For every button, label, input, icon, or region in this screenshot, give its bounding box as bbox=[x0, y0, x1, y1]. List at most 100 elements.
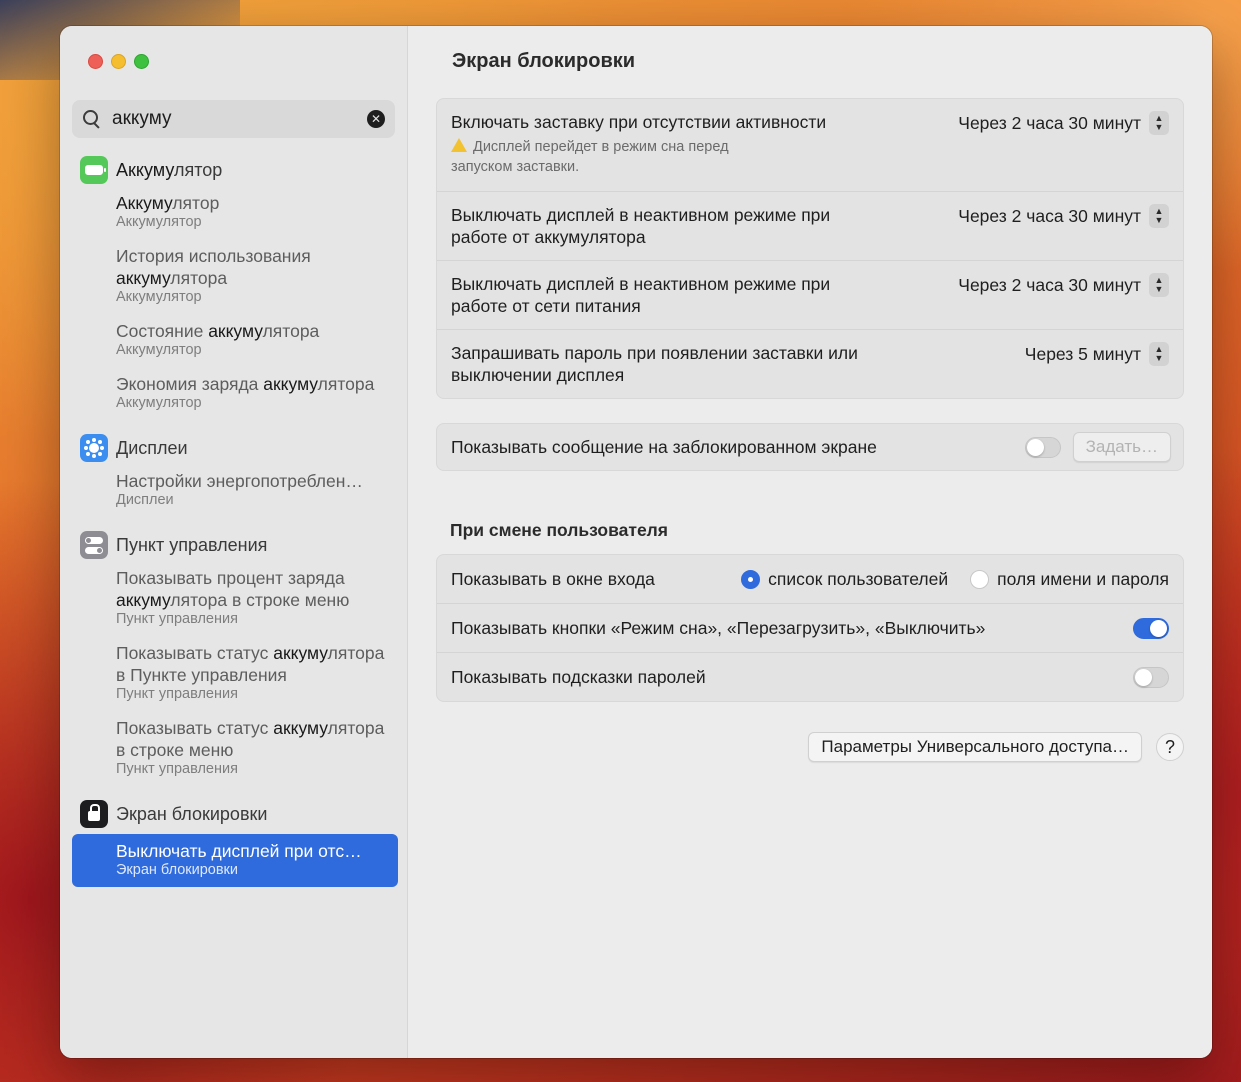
search-result-title: Показывать процент заряда аккумулятора в… bbox=[116, 568, 350, 610]
login-window-label: Показывать в окне входа bbox=[451, 569, 655, 589]
search-field[interactable]: ✕ bbox=[72, 100, 395, 138]
search-result-title: Выключать дисплей при отс… bbox=[116, 841, 362, 861]
battery-display-off-popup[interactable]: Через 2 часа 30 минут ▲ ▼ bbox=[958, 204, 1169, 228]
search-result-item[interactable]: История использования аккумулятора Аккуму… bbox=[72, 243, 398, 312]
power-buttons-toggle[interactable] bbox=[1133, 617, 1169, 639]
help-button[interactable]: ? bbox=[1156, 733, 1184, 761]
password-hints-row: Показывать подсказки паролей bbox=[437, 653, 1183, 701]
chevron-updown-icon: ▲ ▼ bbox=[1149, 111, 1169, 135]
screensaver-label: Включать заставку при отсутствии активно… bbox=[451, 112, 827, 132]
search-result-category: Аккумулятор bbox=[116, 395, 202, 411]
search-result-title: Показывать статус аккумулятора в Пункте … bbox=[116, 643, 385, 685]
radio-users-list[interactable]: список пользователей bbox=[741, 569, 948, 590]
search-input[interactable] bbox=[112, 108, 367, 130]
accessibility-options-button[interactable]: Параметры Универсального доступа… bbox=[808, 732, 1142, 762]
sidebar-section-title: Экран блокировки bbox=[116, 803, 268, 824]
lock-message-label: Показывать сообщение на заблокированном … bbox=[451, 437, 877, 457]
screensaver-note-text: Дисплей перейдет в режим сна перед запус… bbox=[451, 139, 729, 175]
password-hints-toggle[interactable] bbox=[1133, 666, 1169, 688]
battery-icon bbox=[80, 156, 108, 184]
search-result-category: Пункт управления bbox=[116, 761, 238, 777]
window-controls bbox=[88, 54, 149, 69]
search-result-item[interactable]: Показывать процент заряда аккумулятора в… bbox=[72, 565, 398, 634]
radio-users-list-label: список пользователей bbox=[768, 568, 949, 589]
control-center-icon bbox=[80, 531, 108, 559]
require-password-popup[interactable]: Через 5 минут ▲ ▼ bbox=[1025, 342, 1169, 366]
radio-name-password[interactable]: поля имени и пароля bbox=[970, 569, 1169, 590]
set-message-button[interactable]: Задать… bbox=[1072, 432, 1171, 462]
search-result-item[interactable]: Экономия заряда аккумулятора Аккумулятор bbox=[72, 371, 398, 418]
search-result-item[interactable]: Настройки энергопотреблен… Дисплеи bbox=[72, 468, 398, 515]
require-password-value: Через 5 минут bbox=[1024, 343, 1141, 364]
radio-button-selected[interactable] bbox=[741, 569, 761, 589]
sidebar-section-title: Аккумулятор bbox=[116, 159, 223, 180]
search-result-category: Пункт управления bbox=[116, 611, 238, 627]
sidebar-section-2[interactable]: Пункт управления bbox=[72, 527, 398, 563]
power-display-off-value: Через 2 часа 30 минут bbox=[958, 274, 1141, 295]
display-settings-group: Включать заставку при отсутствии активно… bbox=[436, 98, 1184, 399]
zoom-window-button[interactable] bbox=[134, 54, 149, 69]
main-pane: Экран блокировки Включать заставку при о… bbox=[408, 26, 1212, 1058]
chevron-updown-icon: ▲ ▼ bbox=[1149, 273, 1169, 297]
sidebar-section-3[interactable]: Экран блокировки bbox=[72, 796, 398, 832]
sidebar-section-title: Дисплеи bbox=[116, 437, 188, 458]
search-results: Аккумулятор Аккумулятор Аккумулятор История… bbox=[72, 152, 398, 893]
search-result-title: Настройки энергопотреблен… bbox=[116, 471, 363, 491]
search-result-item[interactable]: Показывать статус аккумулятора в строке … bbox=[72, 715, 398, 784]
search-result-category: Аккумулятор bbox=[116, 342, 202, 358]
lock-message-toggle[interactable] bbox=[1024, 436, 1061, 458]
battery-display-off-value: Через 2 часа 30 минут bbox=[958, 205, 1141, 226]
close-window-button[interactable] bbox=[88, 54, 103, 69]
footer-actions: Параметры Универсального доступа… ? bbox=[808, 732, 1184, 762]
minimize-window-button[interactable] bbox=[111, 54, 126, 69]
power-buttons-row: Показывать кнопки «Режим сна», «Перезагр… bbox=[437, 604, 1183, 653]
user-switch-group: Показывать в окне входа список пользоват… bbox=[436, 554, 1184, 702]
chevron-updown-icon: ▲ ▼ bbox=[1149, 204, 1169, 228]
sidebar-section-title: Пункт управления bbox=[116, 534, 268, 555]
power-display-off-popup[interactable]: Через 2 часа 30 минут ▲ ▼ bbox=[958, 273, 1169, 297]
search-result-item[interactable]: Выключать дисплей при отс… Экран блокиров… bbox=[72, 834, 398, 887]
screensaver-row: Включать заставку при отсутствии активно… bbox=[437, 99, 1183, 192]
lock-message-group: Показывать сообщение на заблокированном … bbox=[436, 423, 1184, 471]
power-buttons-label: Показывать кнопки «Режим сна», «Перезагр… bbox=[451, 618, 986, 638]
search-result-category: Пункт управления bbox=[116, 686, 238, 702]
search-result-category: Экран блокировки bbox=[116, 862, 238, 878]
require-password-row: Запрашивать пароль при появлении заставк… bbox=[437, 330, 1183, 398]
page-title: Экран блокировки bbox=[452, 50, 636, 72]
search-result-title: Состояние аккумулятора bbox=[116, 321, 320, 341]
search-result-item[interactable]: Аккумулятор Аккумулятор bbox=[72, 190, 398, 237]
chevron-updown-icon: ▲ ▼ bbox=[1149, 342, 1169, 366]
power-display-off-row: Выключать дисплей в неактивном режиме пр… bbox=[437, 261, 1183, 330]
battery-display-off-row: Выключать дисплей в неактивном режиме пр… bbox=[437, 192, 1183, 261]
sidebar: ✕ АккумуляторАккумуляторАккумуляторИстор… bbox=[60, 26, 408, 1058]
password-hints-label: Показывать подсказки паролей bbox=[451, 667, 706, 687]
require-password-label: Запрашивать пароль при появлении заставк… bbox=[451, 343, 858, 385]
search-icon bbox=[82, 109, 102, 129]
search-result-title: Показывать статус аккумулятора в строке … bbox=[116, 718, 385, 760]
sidebar-section-0[interactable]: Аккумулятор bbox=[72, 152, 398, 188]
login-window-row: Показывать в окне входа список пользоват… bbox=[437, 555, 1183, 604]
search-result-category: Аккумулятор bbox=[116, 214, 202, 230]
lock-message-row: Показывать сообщение на заблокированном … bbox=[437, 424, 1183, 470]
search-result-category: Аккумулятор bbox=[116, 289, 202, 305]
screensaver-note: Дисплей перейдет в режим сна перед запус… bbox=[451, 137, 781, 177]
search-result-title: История использования аккумулятора bbox=[116, 246, 311, 288]
radio-button[interactable] bbox=[970, 569, 990, 589]
clear-search-icon[interactable]: ✕ bbox=[367, 110, 385, 128]
screensaver-value: Через 2 часа 30 минут bbox=[958, 112, 1141, 133]
screensaver-popup[interactable]: Через 2 часа 30 минут ▲ ▼ bbox=[958, 111, 1169, 135]
power-display-off-label: Выключать дисплей в неактивном режиме пр… bbox=[451, 274, 831, 316]
search-result-item[interactable]: Показывать статус аккумулятора в Пункте … bbox=[72, 640, 398, 709]
search-result-title: Аккумулятор bbox=[116, 193, 220, 213]
warning-icon bbox=[451, 138, 467, 152]
search-result-category: Дисплеи bbox=[116, 492, 174, 508]
search-result-item[interactable]: Состояние аккумулятора Аккумулятор bbox=[72, 318, 398, 365]
battery-display-off-label: Выключать дисплей в неактивном режиме пр… bbox=[451, 205, 831, 247]
display-icon bbox=[80, 434, 108, 462]
lock-screen-icon bbox=[80, 800, 108, 828]
radio-name-password-label: поля имени и пароля bbox=[997, 568, 1169, 589]
user-switch-heading: При смене пользователя bbox=[450, 520, 669, 540]
sidebar-section-1[interactable]: Дисплеи bbox=[72, 430, 398, 466]
settings-window: ✕ АккумуляторАккумуляторАккумуляторИстор… bbox=[60, 26, 1212, 1058]
search-result-title: Экономия заряда аккумулятора bbox=[116, 374, 375, 394]
